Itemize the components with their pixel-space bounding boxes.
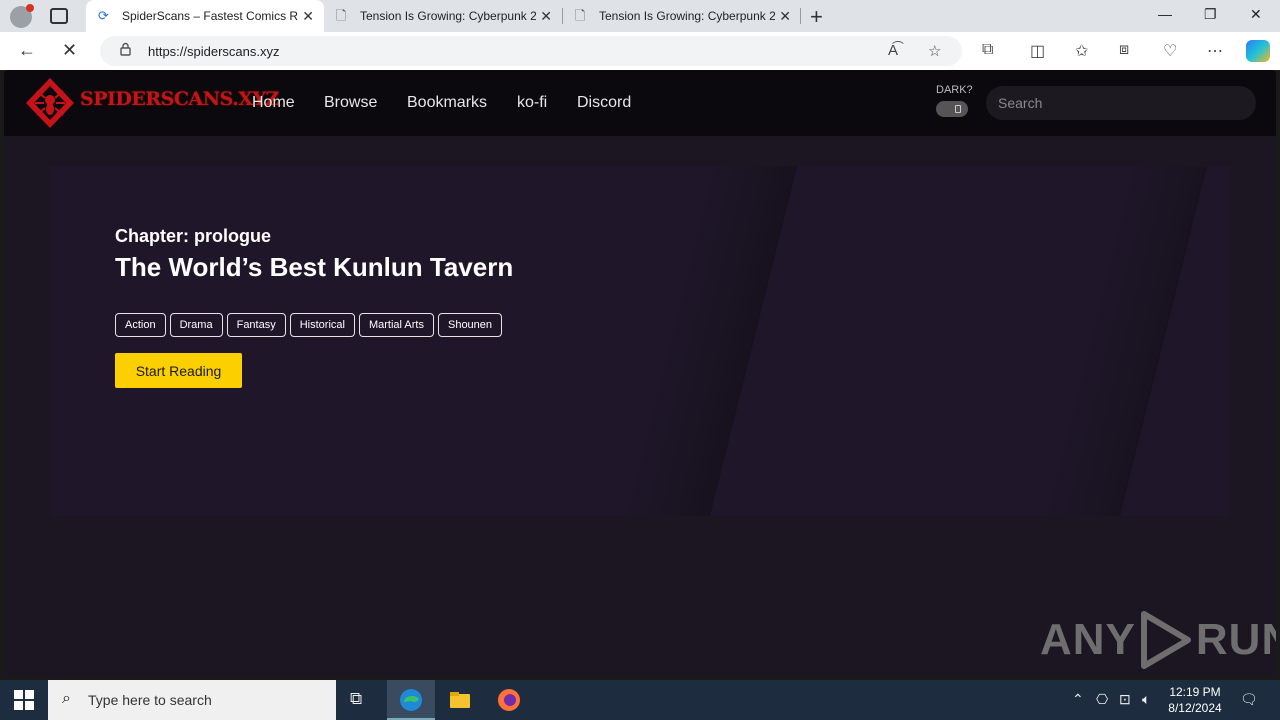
nav-discord[interactable]: Discord [577, 94, 631, 112]
tab-close-icon[interactable]: ✕ [302, 8, 314, 25]
genre-tag[interactable]: Drama [169, 313, 223, 337]
firefox-icon[interactable] [497, 688, 521, 712]
tab-separator [800, 8, 801, 24]
collections-icon[interactable]: ⧈ [1119, 41, 1129, 59]
genre-tag[interactable]: Fantasy [226, 313, 286, 337]
hero-decoration [607, 166, 803, 516]
site-search-input[interactable] [986, 86, 1256, 120]
windows-start-icon[interactable] [14, 690, 34, 710]
minimize-icon[interactable]: — [1158, 6, 1172, 22]
close-window-icon[interactable]: ✕ [1250, 6, 1262, 23]
tab-cyberpunk-1[interactable]: 🗋 Tension Is Growing: Cyberpunk 2 ✕ [324, 0, 562, 32]
stop-loading-icon[interactable]: ✕ [62, 40, 77, 61]
hero-banner: Chapter: prologue The World’s Best Kunlu… [50, 166, 1230, 516]
search-icon: ⌕ [62, 690, 71, 707]
system-clock[interactable]: 12:19 PM 8/12/2024 [1166, 684, 1224, 716]
file-explorer-icon[interactable] [448, 688, 472, 712]
nav-kofi[interactable]: ko-fi [517, 94, 547, 112]
notification-dot [26, 4, 34, 12]
task-view-icon[interactable]: ⧉ [350, 689, 362, 709]
dark-mode-label: DARK? [936, 84, 973, 96]
taskbar-search-placeholder: Type here to search [88, 692, 212, 708]
genre-tag[interactable]: Shounen [437, 313, 503, 337]
genre-tag[interactable]: Action [115, 313, 166, 337]
browser-essentials-icon[interactable]: ♡ [1163, 41, 1177, 61]
nav-browse[interactable]: Browse [324, 94, 377, 112]
nav-bookmarks[interactable]: Bookmarks [407, 94, 487, 112]
document-icon: 🗋 [575, 8, 586, 23]
site-logo[interactable]: SPIDERSCANS.XYZ [24, 76, 279, 130]
favorites-icon[interactable]: ✩ [1075, 41, 1088, 61]
tab-spiderscans[interactable]: ⟳ SpiderScans – Fastest Comics Rel ✕ [86, 0, 324, 32]
volume-icon[interactable]: 🔈︎ [1142, 691, 1150, 708]
network-icon[interactable]: ⊡ [1119, 691, 1131, 708]
genre-tags: Action Drama Fantasy Historical Martial … [115, 313, 503, 337]
copilot-icon[interactable] [1246, 40, 1270, 62]
tab-actions-icon[interactable] [50, 8, 68, 24]
extensions-icon[interactable]: ⧉ [982, 41, 993, 59]
hero-decoration [1027, 166, 1213, 516]
split-screen-icon[interactable]: ◫ [1030, 41, 1045, 61]
dark-mode-toggle[interactable] [936, 101, 968, 117]
tray-overflow-icon[interactable]: ⌃ [1072, 691, 1084, 708]
clock-date: 8/12/2024 [1168, 701, 1222, 715]
notifications-icon[interactable]: 🗨︎ [1240, 691, 1258, 708]
site-header: SPIDERSCANS.XYZ Home Browse Bookmarks ko… [4, 70, 1276, 136]
browser-tab-strip: ⟳ SpiderScans – Fastest Comics Rel ✕ 🗋 T… [0, 0, 1280, 32]
comic-title[interactable]: The World’s Best Kunlun Tavern [115, 252, 513, 283]
chapter-label: Chapter: prologue [115, 226, 271, 246]
edge-browser-icon[interactable] [399, 688, 423, 712]
start-reading-button[interactable]: Start Reading [115, 353, 242, 388]
more-menu-icon[interactable]: ⋯ [1207, 41, 1223, 61]
browser-toolbar: ← ✕ https://spiderscans.xyz A͡ ☆ ⧉ ◫ ✩ ⧈… [0, 32, 1280, 70]
play-logo-icon [1140, 611, 1191, 669]
clock-time: 12:19 PM [1169, 685, 1221, 699]
genre-tag[interactable]: Historical [289, 313, 355, 337]
restore-icon[interactable]: ❐ [1204, 6, 1217, 23]
tab-cyberpunk-2[interactable]: 🗋 Tension Is Growing: Cyberpunk 2 ✕ [563, 0, 801, 32]
toggle-knob [955, 105, 961, 113]
taskbar-search[interactable]: ⌕ Type here to search [48, 680, 336, 720]
tab-title: Tension Is Growing: Cyberpunk 2 [360, 9, 536, 23]
tab-close-icon[interactable]: ✕ [779, 8, 791, 25]
address-bar[interactable]: https://spiderscans.xyz A͡ ☆ [100, 36, 962, 66]
tab-title: SpiderScans – Fastest Comics Rel [122, 9, 298, 23]
meet-now-icon[interactable]: ⎔ [1096, 691, 1108, 708]
tab-close-icon[interactable]: ✕ [540, 8, 552, 25]
back-icon[interactable]: ← [18, 40, 36, 61]
spider-logo-icon [26, 78, 74, 128]
nav-home[interactable]: Home [252, 94, 295, 112]
anyrun-watermark: ANY RUN [1040, 610, 1276, 670]
web-page: SPIDERSCANS.XYZ Home Browse Bookmarks ko… [4, 70, 1276, 676]
profile-avatar-icon[interactable] [10, 4, 34, 28]
watermark-text-right: RUN [1195, 615, 1276, 664]
windows-taskbar: ⌕ Type here to search ⧉ ⌃ ⎔ ⊡ 🔈︎ 12:19 P… [0, 680, 1280, 720]
genre-tag[interactable]: Martial Arts [358, 313, 434, 337]
new-tab-icon[interactable]: + [810, 4, 823, 30]
document-icon: 🗋 [336, 8, 347, 23]
favorite-star-icon[interactable]: ☆ [928, 42, 941, 60]
url-text[interactable]: https://spiderscans.xyz [148, 44, 280, 59]
lock-icon [120, 42, 131, 56]
spider-favicon-icon: ⟳ [98, 8, 109, 23]
watermark-text-left: ANY [1040, 615, 1136, 664]
read-aloud-icon[interactable]: A͡ [888, 42, 898, 59]
logo-wordmark: SPIDERSCANS.XYZ [80, 88, 279, 110]
tab-title: Tension Is Growing: Cyberpunk 2 [599, 9, 775, 23]
